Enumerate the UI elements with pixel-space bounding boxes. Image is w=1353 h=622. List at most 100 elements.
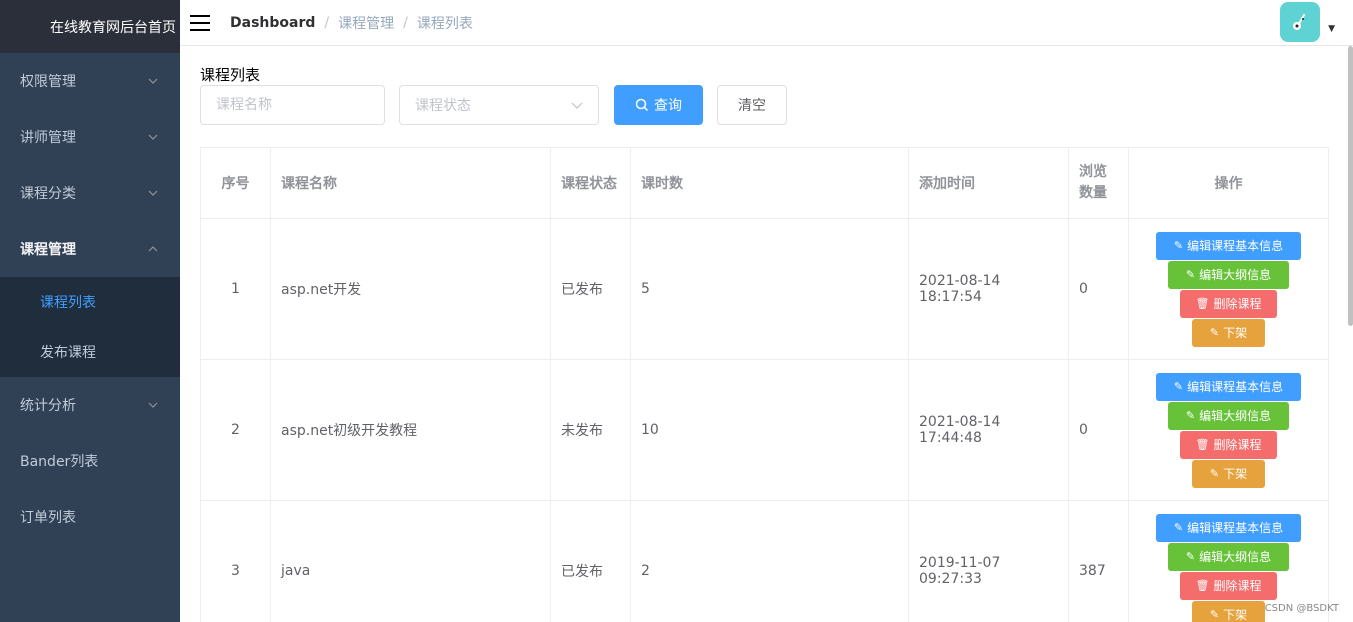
query-button[interactable]: 查询 (614, 85, 703, 125)
cell-views: 0 (1068, 359, 1129, 501)
table-header-row: 序号 课程名称 课程状态 课时数 添加时间 浏览数量 操作 (200, 147, 1329, 219)
cell-time: 2019-11-07 09:27:33 (908, 500, 1069, 622)
cell-name: java (270, 500, 551, 622)
table-row: 2 asp.net初级开发教程 未发布 10 2021-08-14 17:44:… (200, 359, 1329, 501)
sidebar-item-label: 订单列表 (20, 510, 76, 526)
edit-outline-button[interactable]: ✎ 编辑大纲信息 (1168, 260, 1289, 289)
breadcrumb-dashboard[interactable]: Dashboard (230, 15, 315, 31)
edit-icon: ✎ (1173, 521, 1184, 534)
table-row: 3 java 已发布 2 2019-11-07 09:27:33 387 ✎ 编辑… (200, 500, 1329, 622)
navbar: Dashboard / 课程管理 / 课程列表 ▼ (180, 0, 1353, 46)
offline-label: 下架 (1223, 608, 1248, 622)
caret-down-icon[interactable]: ▼ (1328, 24, 1335, 34)
sidebar-subitem-course-list[interactable]: 课程列表 (0, 277, 180, 327)
cell-ops: ✎ 编辑课程基本信息 ✎ 编辑大纲信息 🗑 删除课程 ✎ 下架 (1128, 218, 1329, 360)
breadcrumb: Dashboard / 课程管理 / 课程列表 (230, 13, 473, 33)
cell-hours: 10 (630, 359, 909, 501)
cell-name: asp.net初级开发教程 (270, 359, 551, 501)
chevron-down-icon (146, 74, 160, 88)
cell-status: 已发布 (550, 500, 631, 622)
chevron-down-icon (146, 186, 160, 200)
cell-idx: 2 (200, 359, 271, 501)
user-menu[interactable]: ▼ (1280, 2, 1335, 42)
header-name: 课程名称 (270, 147, 551, 219)
sidebar-item-banner[interactable]: Bander列表 (0, 433, 180, 489)
edit-icon: ✎ (1173, 380, 1184, 393)
course-status-placeholder: 课程状态 (415, 98, 471, 114)
watermark: CSDN @BSDKT (1264, 603, 1339, 614)
sidebar-item-course[interactable]: 课程管理 (0, 221, 180, 277)
cell-status: 未发布 (550, 359, 631, 501)
edit-basic-button[interactable]: ✎ 编辑课程基本信息 (1156, 372, 1301, 401)
trash-icon: 🗑 (1195, 579, 1210, 592)
edit-icon: ✎ (1185, 268, 1196, 281)
header-time: 添加时间 (908, 147, 1069, 219)
delete-button[interactable]: 🗑 删除课程 (1180, 289, 1277, 318)
delete-button[interactable]: 🗑 删除课程 (1180, 571, 1277, 600)
chevron-down-icon (146, 398, 160, 412)
cell-name: asp.net开发 (270, 218, 551, 360)
avatar[interactable] (1280, 2, 1321, 42)
sidebar-item-teacher[interactable]: 讲师管理 (0, 109, 180, 165)
trash-icon: 🗑 (1195, 297, 1210, 310)
breadcrumb-course-list: 课程列表 (416, 15, 473, 32)
delete-label: 删除课程 (1213, 438, 1262, 452)
edit-basic-button[interactable]: ✎ 编辑课程基本信息 (1156, 231, 1301, 260)
delete-label: 删除课程 (1213, 579, 1262, 593)
edit-outline-label: 编辑大纲信息 (1199, 268, 1272, 282)
sidebar-item-label: Bander列表 (20, 454, 99, 470)
course-status-select[interactable]: 课程状态 (399, 85, 599, 125)
page-scrollbar[interactable] (1348, 46, 1353, 326)
edit-icon: ✎ (1209, 467, 1220, 480)
cell-views: 387 (1068, 500, 1129, 622)
edit-icon: ✎ (1173, 239, 1184, 252)
edit-outline-button[interactable]: ✎ 编辑大纲信息 (1168, 542, 1289, 571)
offline-button[interactable]: ✎ 下架 (1192, 600, 1265, 622)
cell-status: 已发布 (550, 218, 631, 360)
hamburger-icon[interactable] (180, 0, 220, 46)
course-table: 序号 课程名称 课程状态 课时数 添加时间 浏览数量 操作 1 asp.net开… (200, 147, 1329, 622)
edit-outline-label: 编辑大纲信息 (1199, 409, 1272, 423)
sidebar: 在线教育网后台首页 权限管理 讲师管理 课程分类 课程管理 课程列表 发布课程 … (0, 0, 180, 622)
cell-ops: ✎ 编辑课程基本信息 ✎ 编辑大纲信息 🗑 删除课程 ✎ 下架 (1128, 359, 1329, 501)
edit-outline-button[interactable]: ✎ 编辑大纲信息 (1168, 401, 1289, 430)
delete-button[interactable]: 🗑 删除课程 (1180, 430, 1277, 459)
header-ops: 操作 (1128, 147, 1329, 219)
sidebar-item-permission[interactable]: 权限管理 (0, 53, 180, 109)
cell-views: 0 (1068, 218, 1129, 360)
guitar-icon (1293, 13, 1306, 30)
cell-hours: 5 (630, 218, 909, 360)
course-name-input[interactable] (200, 85, 385, 125)
offline-label: 下架 (1223, 326, 1248, 340)
chevron-down-icon (146, 130, 160, 144)
cell-idx: 1 (200, 218, 271, 360)
offline-button[interactable]: ✎ 下架 (1192, 459, 1265, 488)
sidebar-item-label: 课程管理 (20, 242, 76, 258)
sidebar-item-orders[interactable]: 订单列表 (0, 489, 180, 545)
sidebar-item-statistics[interactable]: 统计分析 (0, 377, 180, 433)
edit-basic-button[interactable]: ✎ 编辑课程基本信息 (1156, 513, 1301, 542)
sidebar-item-label: 课程分类 (20, 186, 76, 202)
search-icon (635, 98, 649, 112)
clear-button[interactable]: 清空 (717, 85, 787, 125)
header-status: 课程状态 (550, 147, 631, 219)
sidebar-item-label: 统计分析 (20, 398, 76, 414)
sidebar-logo[interactable]: 在线教育网后台首页 (0, 0, 180, 53)
cell-time: 2021-08-14 18:17:54 (908, 218, 1069, 360)
header-idx: 序号 (200, 147, 271, 219)
header-views: 浏览数量 (1068, 147, 1129, 219)
offline-button[interactable]: ✎ 下架 (1192, 318, 1265, 347)
sidebar-subitem-publish-course[interactable]: 发布课程 (0, 327, 180, 377)
query-button-label: 查询 (654, 98, 682, 114)
table-row: 1 asp.net开发 已发布 5 2021-08-14 18:17:54 0 … (200, 218, 1329, 360)
edit-icon: ✎ (1209, 326, 1220, 339)
edit-outline-label: 编辑大纲信息 (1199, 550, 1272, 564)
cell-hours: 2 (630, 500, 909, 622)
sidebar-item-label: 权限管理 (20, 74, 76, 90)
offline-label: 下架 (1223, 467, 1248, 481)
sidebar-item-category[interactable]: 课程分类 (0, 165, 180, 221)
main-content: 课程列表 课程状态 查询 清空 序号 课程名称 课程状态 课时数 添加时间 (200, 46, 1329, 622)
cell-time: 2021-08-14 17:44:48 (908, 359, 1069, 501)
edit-basic-label: 编辑课程基本信息 (1187, 521, 1284, 535)
cell-idx: 3 (200, 500, 271, 622)
